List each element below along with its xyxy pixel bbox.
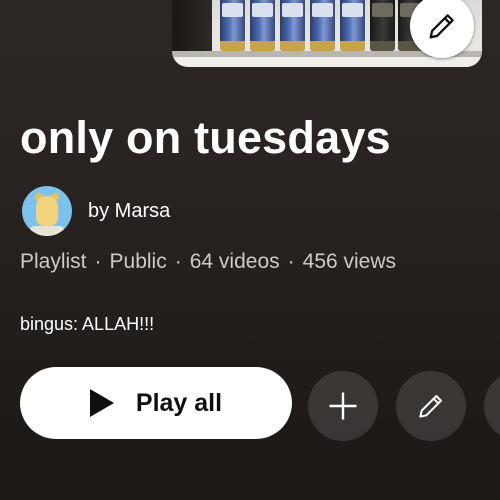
play-all-label: Play all — [135, 388, 223, 417]
pencil-icon — [419, 395, 442, 418]
playlist-description[interactable]: bingus: ALLAH!!! — [20, 314, 154, 335]
meta-separator: · — [174, 250, 182, 273]
playlist-title: only on tuesdays — [20, 112, 391, 163]
thumbnail-can — [370, 0, 395, 51]
meta-view-count: 456 views — [302, 250, 397, 273]
play-icon — [89, 389, 114, 417]
meta-video-count: 64 videos — [189, 250, 280, 273]
meta-visibility: Public — [109, 250, 167, 273]
thumbnail-can — [310, 0, 335, 51]
avatar-figure — [36, 196, 58, 226]
meta-separator: · — [287, 250, 295, 273]
pencil-icon — [429, 14, 454, 39]
play-all-button[interactable]: Play all — [20, 367, 292, 439]
avatar-base — [30, 226, 64, 236]
thumbnail-can — [250, 0, 275, 51]
edit-playlist-button[interactable] — [396, 371, 466, 441]
thumbnail-can — [280, 0, 305, 51]
avatar[interactable] — [22, 186, 72, 236]
thumbnail-can — [340, 0, 365, 51]
meta-separator: · — [94, 250, 102, 273]
thumbnail-shelf-front — [172, 57, 482, 67]
thumbnail-can — [220, 0, 245, 51]
meta-type: Playlist — [20, 250, 87, 273]
share-playlist-button[interactable] — [484, 371, 500, 441]
playlist-owner[interactable]: by Marsa — [22, 186, 170, 236]
playlist-screen: only on tuesdays by Marsa Playlist · Publi… — [0, 0, 500, 500]
plus-icon — [329, 392, 357, 420]
owner-name[interactable]: by Marsa — [88, 200, 170, 223]
add-to-playlist-button[interactable] — [308, 371, 378, 441]
playlist-meta: Playlist · Public · 64 videos · 456 views — [20, 250, 396, 274]
